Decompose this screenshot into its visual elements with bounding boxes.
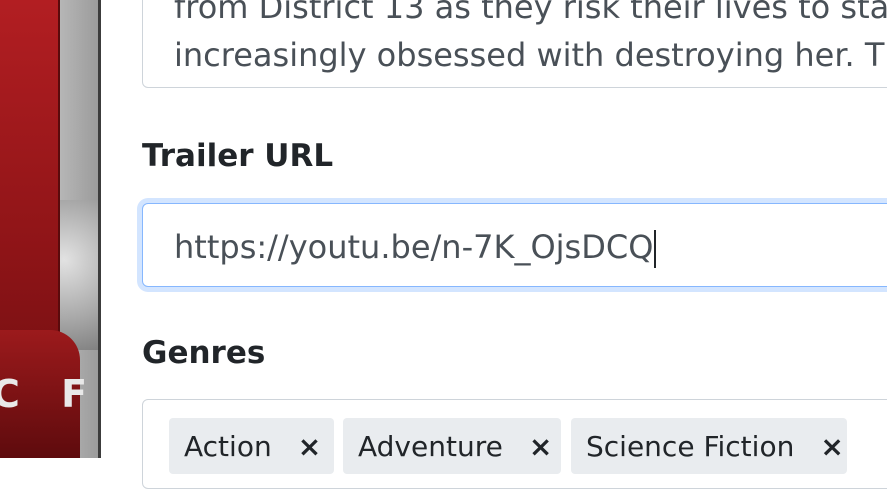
genre-chip: Action × [169,418,334,474]
text-caret [654,230,657,268]
genres-multiselect[interactable]: Action × Adventure × Science Fiction × [142,399,887,489]
poster-edge [98,0,101,458]
poster-caption: C FI [0,372,101,416]
trailer-url-label: Trailer URL [142,138,334,174]
description-line: from District 13 as they risk their live… [174,0,887,26]
description-line: challenge that may make or wreck the fut… [174,79,887,87]
trailer-url-input[interactable]: https://youtu.be/n-7K_OjsDCQ [142,203,887,287]
description-text: from District 13 as they risk their live… [174,0,887,87]
description-textarea[interactable]: from District 13 as they risk their live… [142,0,887,88]
genres-label: Genres [142,335,266,371]
trailer-url-value: https://youtu.be/n-7K_OjsDCQ [174,228,657,268]
genre-chip: Adventure × [343,418,561,474]
movie-poster-image: C FI [0,0,101,458]
description-line: increasingly obsessed with destroying he… [174,36,887,74]
trailer-url-text: https://youtu.be/n-7K_OjsDCQ [174,228,654,266]
genre-chip: Science Fiction × [571,418,847,474]
